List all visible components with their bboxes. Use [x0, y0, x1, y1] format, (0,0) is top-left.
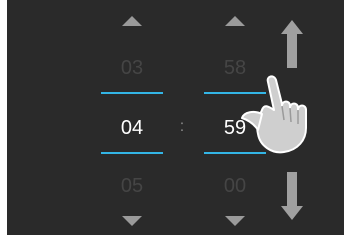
hour-decrement-button[interactable] — [122, 216, 142, 226]
hour-selection-line-bottom — [101, 152, 163, 154]
hour-next-value[interactable]: 05 — [102, 174, 162, 198]
minute-next-value[interactable]: 00 — [205, 174, 265, 198]
arrow-down-icon — [281, 172, 303, 220]
arrow-up-icon — [281, 20, 303, 68]
hour-increment-button[interactable] — [122, 16, 142, 26]
minute-increment-button[interactable] — [225, 16, 245, 26]
hand-pointer-icon — [241, 75, 307, 154]
hour-current-value[interactable]: 04 — [102, 116, 162, 140]
minute-decrement-button[interactable] — [225, 216, 245, 226]
hour-selection-line-top — [101, 92, 163, 94]
time-separator: : — [179, 118, 185, 135]
hour-prev-value[interactable]: 03 — [102, 56, 162, 80]
